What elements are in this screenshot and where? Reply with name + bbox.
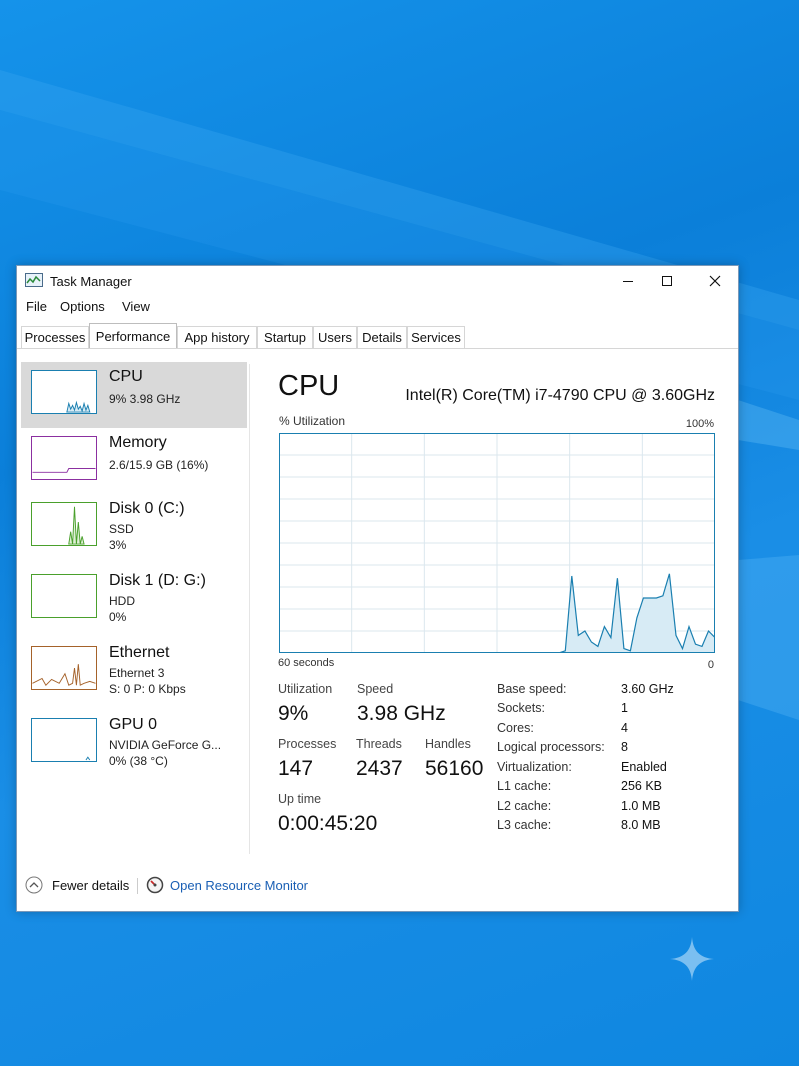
title-bar[interactable]: Task Manager xyxy=(17,266,738,296)
utilization-axis-label: % Utilization xyxy=(279,414,346,428)
threads-value: 2437 xyxy=(356,757,403,780)
sidebar-gpu-model: NVIDIA GeForce G... xyxy=(109,738,222,752)
close-icon xyxy=(709,275,721,287)
tab-details[interactable]: Details xyxy=(357,326,407,348)
sidebar-gpu-title: GPU 0 xyxy=(109,716,158,733)
tab-performance[interactable]: Performance xyxy=(89,323,177,349)
sidebar-disk1-type: HDD xyxy=(109,594,135,608)
spec-sockets-label: Sockets: xyxy=(497,701,545,715)
sidebar-disk0-usage: 3% xyxy=(109,538,127,552)
graph-time-zero-label: 0 xyxy=(707,659,714,671)
spec-base-speed-label: Base speed: xyxy=(497,682,567,696)
sidebar-cpu-title: CPU xyxy=(109,368,143,385)
spec-cores-label: Cores: xyxy=(497,721,534,735)
footer-bar: Fewer details Open Resource Monitor xyxy=(17,866,738,906)
cpu-heading: CPU xyxy=(278,370,340,402)
menu-options[interactable]: Options xyxy=(60,299,105,314)
tab-app-history[interactable]: App history xyxy=(177,326,257,348)
handles-label: Handles xyxy=(425,737,471,751)
tab-users[interactable]: Users xyxy=(313,326,357,348)
resource-sidebar: CPU 9% 3.98 GHz Memory 2.6/15.9 GB (16%)… xyxy=(21,360,247,860)
utilization-max-label: 100% xyxy=(685,418,714,430)
sidebar-item-ethernet[interactable]: Ethernet Ethernet 3 S: 0 P: 0 Kbps xyxy=(21,638,247,704)
uptime-value: 0:00:45:20 xyxy=(278,812,378,835)
sidebar-item-gpu[interactable]: GPU 0 NVIDIA GeForce G... 0% (38 °C) xyxy=(21,710,247,776)
maximize-icon xyxy=(662,276,672,286)
sidebar-ethernet-title: Ethernet xyxy=(109,644,170,661)
spec-sockets-value: 1 xyxy=(621,701,628,715)
task-manager-icon xyxy=(25,273,43,287)
graph-time-span-label: 60 seconds xyxy=(278,657,335,669)
speed-label: Speed xyxy=(357,682,394,696)
disk0-thumbnail-graph xyxy=(31,502,97,546)
spec-base-speed-value: 3.60 GHz xyxy=(621,682,674,696)
sidebar-item-disk1[interactable]: Disk 1 (D: G:) HDD 0% xyxy=(21,566,247,632)
tab-startup[interactable]: Startup xyxy=(257,326,313,348)
spec-cores-value: 4 xyxy=(621,721,628,735)
processes-label: Processes xyxy=(278,737,337,751)
ethernet-thumbnail-graph xyxy=(31,646,97,690)
sidebar-item-disk0[interactable]: Disk 0 (C:) SSD 3% xyxy=(21,494,247,560)
resource-monitor-icon[interactable] xyxy=(146,876,164,894)
spec-l2-cache-label: L2 cache: xyxy=(497,799,552,813)
window-title: Task Manager xyxy=(50,274,132,289)
footer-divider xyxy=(137,878,138,894)
disk1-thumbnail-graph xyxy=(31,574,97,618)
spec-virtualization-value: Enabled xyxy=(621,760,667,774)
menu-file[interactable]: File xyxy=(26,299,47,314)
tab-bar: Processes Performance App history Startu… xyxy=(17,323,738,349)
maximize-button[interactable] xyxy=(645,268,689,294)
spec-l1-cache-label: L1 cache: xyxy=(497,779,552,793)
tab-divider xyxy=(17,348,738,349)
spec-l3-cache-value: 8.0 MB xyxy=(621,818,661,832)
sparkle-icon xyxy=(670,937,714,981)
tab-processes[interactable]: Processes xyxy=(21,326,89,348)
chevron-up-circle-icon[interactable] xyxy=(25,876,43,894)
sidebar-ethernet-throughput: S: 0 P: 0 Kbps xyxy=(109,682,186,696)
spec-l1-cache-value: 256 KB xyxy=(621,779,663,793)
minimize-icon xyxy=(623,281,633,282)
open-resource-monitor-link[interactable]: Open Resource Monitor xyxy=(170,878,308,893)
sidebar-memory-detail: 2.6/15.9 GB (16%) xyxy=(109,458,209,472)
speed-value: 3.98 GHz xyxy=(357,702,446,725)
cpu-model-name: Intel(R) Core(TM) i7-4790 CPU @ 3.60GHz xyxy=(405,387,715,404)
tab-services[interactable]: Services xyxy=(407,326,465,348)
spec-l3-cache-label: L3 cache: xyxy=(497,818,552,832)
gpu-thumbnail-graph xyxy=(31,718,97,762)
memory-thumbnail-graph xyxy=(31,436,97,480)
menu-view[interactable]: View xyxy=(122,299,150,314)
uptime-label: Up time xyxy=(278,792,322,806)
pane-divider xyxy=(249,364,250,854)
minimize-button[interactable] xyxy=(606,268,650,294)
utilization-label: Utilization xyxy=(278,682,333,696)
sidebar-memory-title: Memory xyxy=(109,434,167,451)
cpu-utilization-graph xyxy=(279,433,715,653)
sidebar-item-cpu[interactable]: CPU 9% 3.98 GHz xyxy=(21,362,247,428)
handles-value: 56160 xyxy=(425,757,484,780)
spec-logical-processors-value: 8 xyxy=(621,740,628,754)
fewer-details-button[interactable]: Fewer details xyxy=(52,878,129,893)
sidebar-gpu-usage: 0% (38 °C) xyxy=(109,754,168,768)
spec-logical-processors-label: Logical processors: xyxy=(497,740,605,754)
task-manager-window: Task Manager File Options View Processes… xyxy=(16,265,739,912)
sidebar-disk0-title: Disk 0 (C:) xyxy=(109,500,185,517)
cpu-thumbnail-graph xyxy=(31,370,97,414)
spec-l2-cache-value: 1.0 MB xyxy=(621,799,661,813)
sidebar-item-memory[interactable]: Memory 2.6/15.9 GB (16%) xyxy=(21,428,247,494)
sidebar-cpu-detail: 9% 3.98 GHz xyxy=(109,392,181,406)
sidebar-disk1-title: Disk 1 (D: G:) xyxy=(109,572,206,589)
spec-virtualization-label: Virtualization: xyxy=(497,760,572,774)
threads-label: Threads xyxy=(356,737,402,751)
close-button[interactable] xyxy=(693,268,737,294)
utilization-value: 9% xyxy=(278,702,309,725)
sidebar-disk1-usage: 0% xyxy=(109,610,127,624)
sidebar-disk0-type: SSD xyxy=(109,522,134,536)
processes-value: 147 xyxy=(278,757,314,780)
sidebar-ethernet-adapter: Ethernet 3 xyxy=(109,666,165,680)
